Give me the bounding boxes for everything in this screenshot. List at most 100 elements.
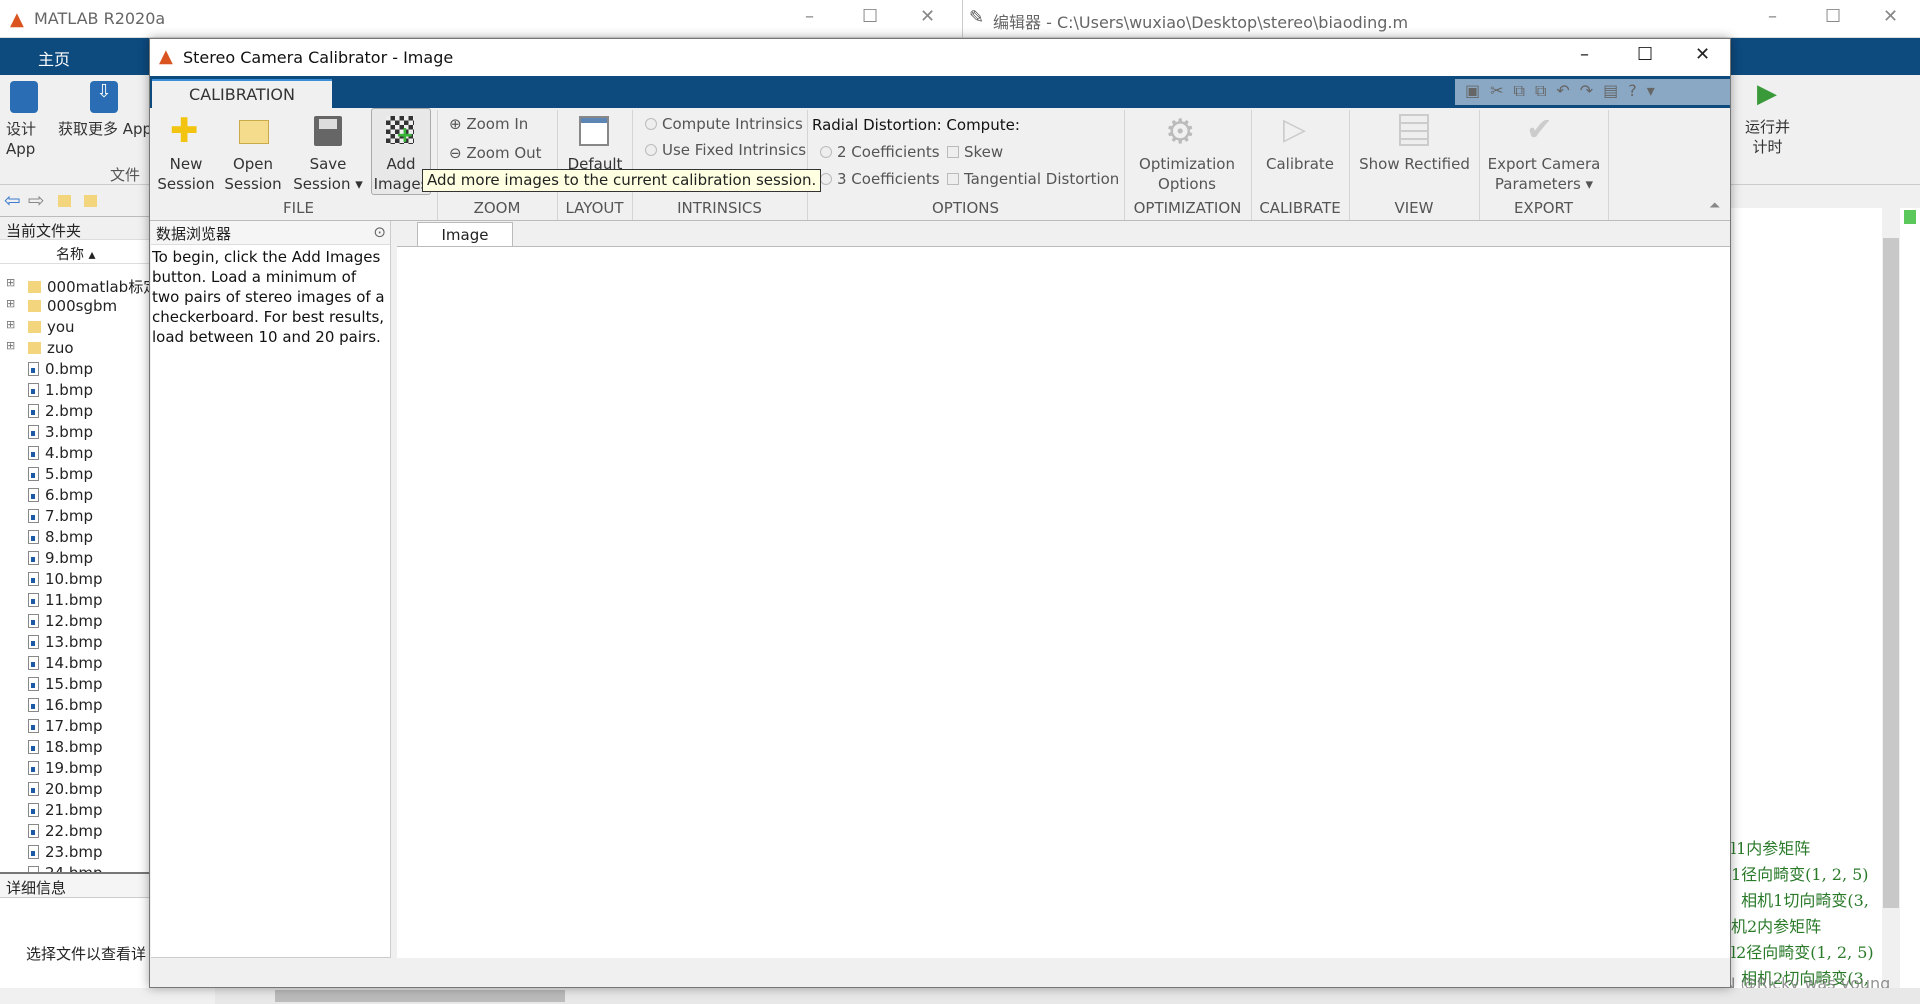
- new-session-icon[interactable]: ✚: [170, 114, 202, 148]
- maximize-button[interactable]: ☐: [862, 6, 878, 27]
- save-session-button[interactable]: Save Session ▾: [293, 154, 363, 194]
- file-item[interactable]: 21.bmp: [28, 801, 103, 819]
- editor-maximize-button[interactable]: ☐: [1825, 6, 1841, 27]
- file-item[interactable]: 19.bmp: [28, 759, 103, 777]
- file-item[interactable]: 9.bmp: [28, 549, 93, 567]
- file-item[interactable]: 23.bmp: [28, 843, 103, 861]
- back-icon[interactable]: ⇦: [4, 188, 21, 212]
- zoom-out-button[interactable]: ⊖ Zoom Out: [449, 143, 542, 163]
- minimize-button[interactable]: –: [805, 6, 814, 27]
- quick-access-toolbar[interactable]: ▣✂⧉⧉↶↷▤?▾: [1455, 79, 1730, 105]
- scrollbar-thumb[interactable]: [1883, 238, 1899, 908]
- expand-icon[interactable]: ⊞: [6, 297, 15, 310]
- bmp-file-icon: [28, 530, 39, 544]
- get-more-apps-label[interactable]: 获取更多 App: [58, 119, 152, 139]
- file-item[interactable]: 2.bmp: [28, 402, 93, 420]
- editor-icon: ✎: [969, 7, 985, 28]
- bottom-scrollbars[interactable]: [215, 988, 1920, 1004]
- download-icon[interactable]: ⇩: [90, 81, 118, 113]
- export-camera-parameters-button[interactable]: Export Camera Parameters ▾: [1482, 154, 1606, 194]
- expand-icon[interactable]: ⊞: [6, 339, 15, 352]
- folder-item[interactable]: ⊞ zuo: [6, 339, 74, 357]
- file-item[interactable]: 7.bmp: [28, 507, 93, 525]
- file-item[interactable]: 16.bmp: [28, 696, 103, 714]
- editor-minimize-button[interactable]: –: [1768, 6, 1777, 27]
- save-session-icon[interactable]: [314, 116, 342, 146]
- compute-intrinsics-radio[interactable]: Compute Intrinsics: [645, 114, 803, 134]
- minimize-button[interactable]: –: [1580, 44, 1589, 65]
- tab-calibration[interactable]: CALIBRATION: [152, 79, 332, 108]
- name-column-header[interactable]: 名称 ▴: [56, 244, 95, 264]
- collapse-toolstrip-icon[interactable]: ⏶: [1709, 198, 1720, 214]
- open-session-icon[interactable]: [239, 120, 269, 144]
- matlab-title: MATLAB R2020a: [34, 9, 166, 28]
- file-item[interactable]: 18.bmp: [28, 738, 103, 756]
- tangential-distortion-checkbox[interactable]: Tangential Distortion: [947, 169, 1119, 189]
- code-comment-line[interactable]: l2径向畸变(1, 2, 5): [1731, 939, 1874, 963]
- tab-home[interactable]: 主页: [38, 46, 70, 70]
- show-rectified-icon[interactable]: [1399, 114, 1429, 146]
- use-fixed-intrinsics-radio[interactable]: Use Fixed Intrinsics: [645, 140, 806, 160]
- code-comment-line[interactable]: 相机1切向畸变(3,: [1731, 887, 1869, 911]
- calibrate-button[interactable]: Calibrate: [1254, 154, 1346, 174]
- file-item[interactable]: 20.bmp: [28, 780, 103, 798]
- file-item[interactable]: 14.bmp: [28, 654, 103, 672]
- editor-close-button[interactable]: ✕: [1883, 6, 1898, 27]
- file-item[interactable]: 13.bmp: [28, 633, 103, 651]
- two-coefficients-radio[interactable]: 2 Coefficients: [820, 142, 940, 162]
- run-time-icon[interactable]: ▶: [1757, 79, 1777, 109]
- gear-icon[interactable]: ⚙: [1165, 112, 1195, 152]
- bmp-file-icon: [28, 803, 39, 817]
- file-item[interactable]: 11.bmp: [28, 591, 103, 609]
- file-item[interactable]: 5.bmp: [28, 465, 93, 483]
- default-layout-icon[interactable]: [579, 116, 609, 146]
- open-session-button[interactable]: Open Session: [223, 154, 283, 194]
- up-folder-icon[interactable]: [58, 195, 71, 207]
- show-rectified-button[interactable]: Show Rectified: [1352, 154, 1477, 174]
- add-images-icon[interactable]: +: [386, 116, 414, 148]
- file-item[interactable]: 1.bmp: [28, 381, 93, 399]
- forward-icon[interactable]: ⇨: [28, 188, 45, 212]
- file-item[interactable]: 15.bmp: [28, 675, 103, 693]
- close-button[interactable]: ✕: [920, 6, 935, 27]
- zoom-in-button[interactable]: ⊕ Zoom In: [449, 114, 528, 134]
- file-item[interactable]: 22.bmp: [28, 822, 103, 840]
- file-item[interactable]: 17.bmp: [28, 717, 103, 735]
- file-name: 12.bmp: [45, 612, 103, 630]
- scrollbar-thumb[interactable]: [275, 990, 565, 1002]
- folder-name: you: [47, 318, 75, 336]
- checkmark-icon[interactable]: ✔: [1526, 110, 1553, 148]
- file-list-header: 名称 ▴: [0, 240, 149, 264]
- panel-menu-icon[interactable]: ⊙: [373, 223, 386, 241]
- expand-icon[interactable]: ⊞: [6, 276, 15, 289]
- skew-checkbox[interactable]: Skew: [947, 142, 1003, 162]
- maximize-button[interactable]: ☐: [1637, 44, 1653, 65]
- file-item[interactable]: 6.bmp: [28, 486, 93, 504]
- design-app-label[interactable]: 设计 App: [6, 119, 36, 159]
- file-item[interactable]: 12.bmp: [28, 612, 103, 630]
- data-browser-title: 数据浏览器: [156, 225, 232, 243]
- file-item[interactable]: 10.bmp: [28, 570, 103, 588]
- code-comment-line[interactable]: l1内参矩阵: [1731, 835, 1810, 859]
- folder-item[interactable]: ⊞ 000matlab标定: [6, 276, 158, 297]
- folder-item[interactable]: ⊞ 000sgbm: [6, 297, 117, 315]
- new-session-button[interactable]: New Session: [156, 154, 216, 194]
- play-icon[interactable]: ▷: [1283, 112, 1306, 147]
- close-button[interactable]: ✕: [1695, 44, 1710, 65]
- file-item[interactable]: 8.bmp: [28, 528, 93, 546]
- run-and-time-label[interactable]: 运行并 计时: [1745, 117, 1790, 157]
- three-coefficients-radio[interactable]: 3 Coefficients: [820, 169, 940, 189]
- code-comment-line[interactable]: 机2内参矩阵: [1731, 913, 1821, 937]
- optimization-options-button[interactable]: Optimization Options: [1127, 154, 1247, 194]
- bmp-file-icon: [28, 761, 39, 775]
- file-item[interactable]: 4.bmp: [28, 444, 93, 462]
- tab-image[interactable]: Image: [417, 222, 513, 247]
- editor-scrollbar[interactable]: [1882, 208, 1900, 988]
- expand-icon[interactable]: ⊞: [6, 318, 15, 331]
- folder-item[interactable]: ⊞ you: [6, 318, 75, 336]
- design-app-icon[interactable]: [10, 81, 38, 113]
- file-item[interactable]: 0.bmp: [28, 360, 93, 378]
- file-item[interactable]: 3.bmp: [28, 423, 93, 441]
- code-comment-line[interactable]: 1径向畸变(1, 2, 5): [1731, 861, 1869, 885]
- browse-folder-icon[interactable]: [84, 195, 97, 207]
